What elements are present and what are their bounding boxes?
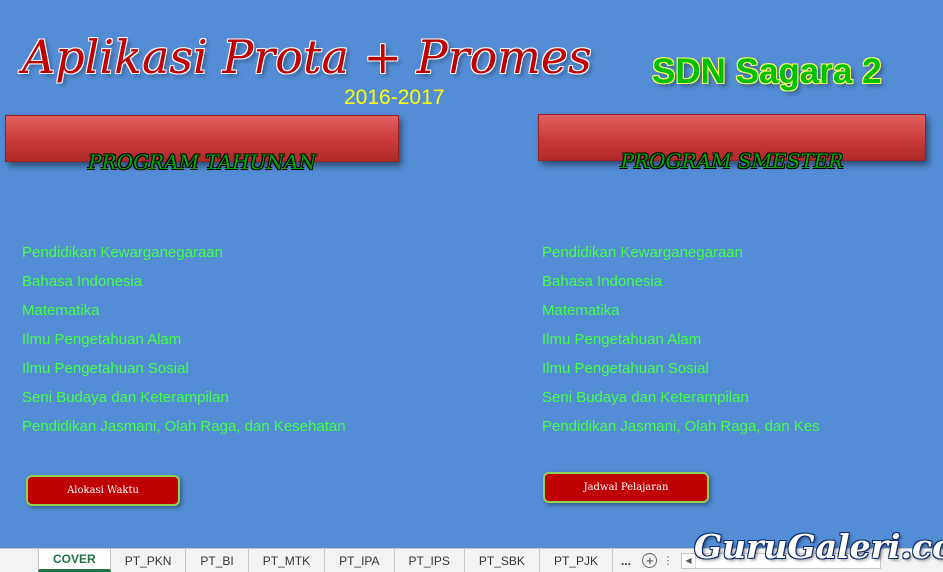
promes-link-pjk[interactable]: Pendidikan Jasmani, Olah Raga, dan Keseh…: [542, 418, 820, 447]
app-title: Aplikasi Prota + Promes: [22, 30, 592, 84]
watermark-logo: GuruGaleri.com: [694, 527, 943, 566]
prota-link-ips[interactable]: Ilmu Pengetahuan Sosial: [22, 360, 346, 389]
prota-link-pjk[interactable]: Pendidikan Jasmani, Olah Raga, dan Keseh…: [22, 418, 346, 447]
jadwal-pelajaran-button[interactable]: Jadwal Pelajaran: [543, 472, 709, 503]
promes-link-mtk[interactable]: Matematika: [542, 302, 820, 331]
prota-link-bi[interactable]: Bahasa Indonesia: [22, 273, 346, 302]
program-tahunan-header[interactable]: PROGRAM TAHUNAN: [5, 115, 399, 174]
program-tahunan-subject-list: Pendidikan Kewarganegaraan Bahasa Indone…: [22, 244, 346, 447]
academic-year: 2016-2017: [344, 86, 445, 109]
tab-pt-sbk[interactable]: PT_SBK: [465, 549, 540, 572]
promes-link-pkn[interactable]: Pendidikan Kewarganegaraan: [542, 244, 820, 273]
alokasi-waktu-button[interactable]: Alokasi Waktu: [26, 475, 180, 506]
add-sheet-button[interactable]: +: [639, 549, 661, 572]
prota-link-ipa[interactable]: Ilmu Pengetahuan Alam: [22, 331, 346, 360]
prota-link-mtk[interactable]: Matematika: [22, 302, 346, 331]
tab-pt-pjk[interactable]: PT_PJK: [540, 549, 613, 572]
tab-pt-mtk[interactable]: PT_MTK: [249, 549, 326, 572]
tab-nav-area[interactable]: [0, 549, 38, 572]
promes-link-ipa[interactable]: Ilmu Pengetahuan Alam: [542, 331, 820, 360]
prota-link-sbk[interactable]: Seni Budaya dan Keterampilan: [22, 389, 346, 418]
worksheet-canvas: Aplikasi Prota + Promes 2016-2017 SDN Sa…: [0, 0, 943, 548]
tab-cover[interactable]: COVER: [38, 549, 111, 572]
tab-pt-bi[interactable]: PT_BI: [186, 549, 249, 572]
promes-link-bi[interactable]: Bahasa Indonesia: [542, 273, 820, 302]
more-tabs-button[interactable]: ...: [613, 549, 639, 572]
promes-link-ips[interactable]: Ilmu Pengetahuan Sosial: [542, 360, 820, 389]
plus-circle-icon: +: [642, 553, 658, 568]
tab-pt-pkn[interactable]: PT_PKN: [111, 549, 187, 572]
tab-pt-ipa[interactable]: PT_IPA: [325, 549, 395, 572]
school-name: SDN Sagara 2: [652, 52, 882, 91]
splitter-dots-icon[interactable]: ⋮: [661, 549, 675, 572]
program-semester-title: PROGRAM SMESTER: [620, 149, 844, 173]
program-semester-header[interactable]: PROGRAM SMESTER: [538, 114, 926, 173]
program-tahunan-title: PROGRAM TAHUNAN: [88, 150, 316, 174]
tab-pt-ips[interactable]: PT_IPS: [395, 549, 465, 572]
prota-link-pkn[interactable]: Pendidikan Kewarganegaraan: [22, 244, 346, 273]
promes-link-sbk[interactable]: Seni Budaya dan Keterampilan: [542, 389, 820, 418]
program-semester-subject-list: Pendidikan Kewarganegaraan Bahasa Indone…: [542, 244, 820, 447]
